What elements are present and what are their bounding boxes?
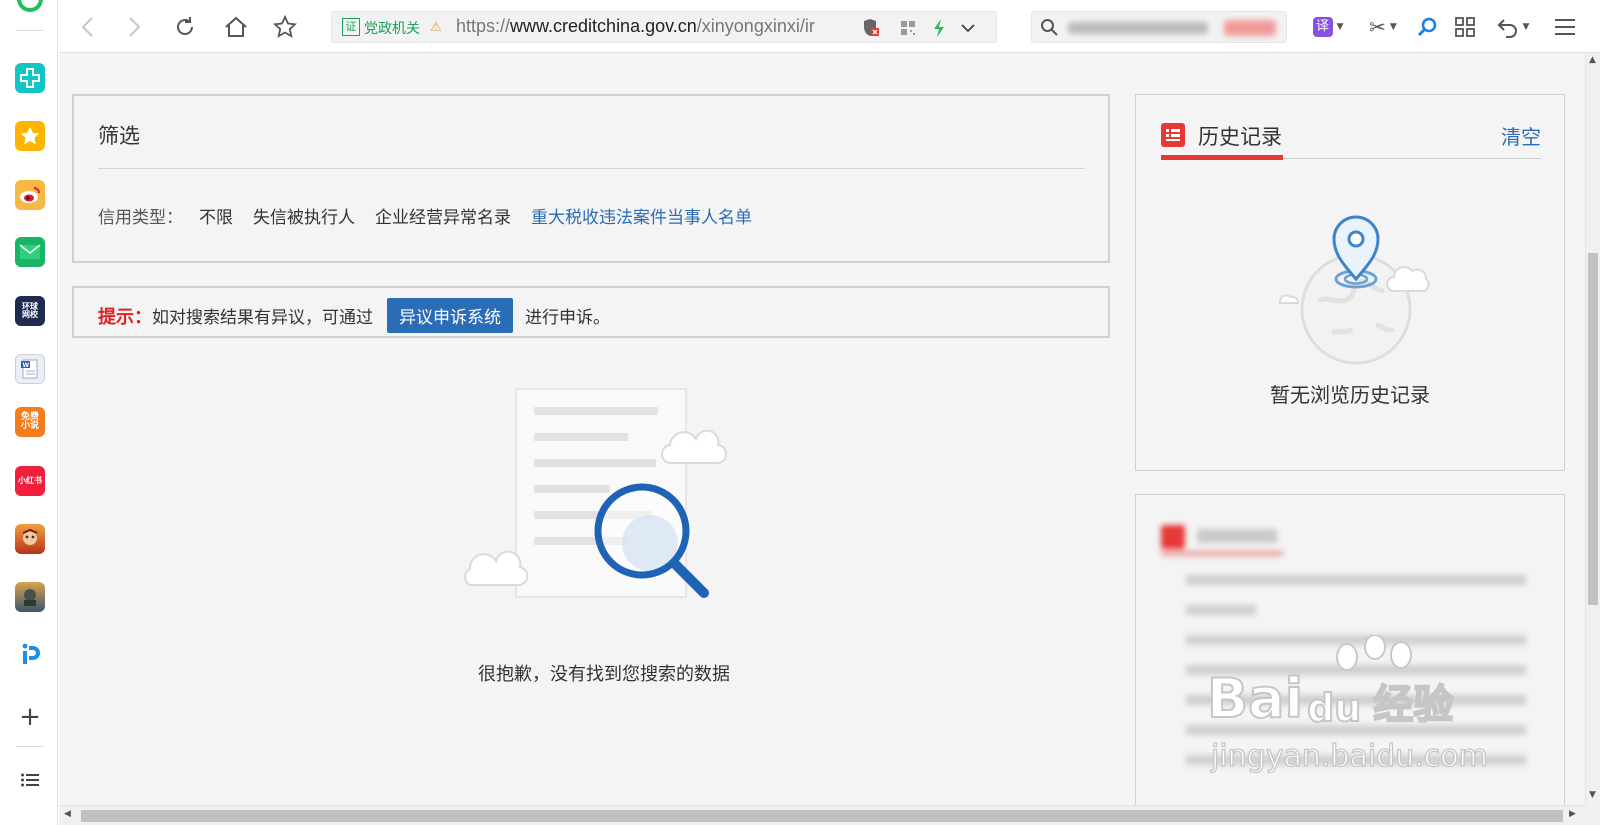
- game-hero-icon[interactable]: [15, 524, 45, 554]
- svg-text:W: W: [23, 362, 30, 369]
- security-warning-icon[interactable]: ⚠: [430, 20, 442, 35]
- empty-result-message: 很抱歉，没有找到您搜索的数据: [478, 664, 730, 685]
- appeal-system-button[interactable]: 异议申诉系统: [387, 298, 513, 333]
- favorites-star-icon[interactable]: [15, 121, 45, 151]
- word-doc-icon[interactable]: W: [15, 354, 45, 384]
- scroll-up-arrow-icon[interactable]: ▲: [1589, 55, 1596, 65]
- notice-prefix: 提示：: [98, 306, 152, 328]
- baidu-jingyan-watermark: Bai du 经验 jingyan.baidu.com: [1206, 635, 1547, 785]
- sidebar-menu-icon[interactable]: [15, 765, 45, 795]
- undo-close-button[interactable]: ▼: [1491, 13, 1535, 41]
- browser-logo-icon: [17, 0, 43, 12]
- filter-panel: 筛选 信用类型： 不限 失信被执行人 企业经营异常名录 重大税收违法案件当事人名…: [72, 94, 1110, 263]
- scroll-down-arrow-icon[interactable]: ▼: [1589, 790, 1596, 800]
- app-label: 小红书: [18, 476, 42, 485]
- dropdown-caret-icon: ▼: [1389, 22, 1397, 32]
- speed-mode-icon[interactable]: [932, 18, 946, 42]
- p-app-icon[interactable]: [15, 640, 45, 670]
- main-menu-button[interactable]: [1551, 13, 1579, 41]
- sidebar-divider: [16, 746, 44, 747]
- app-label: 免费小说: [20, 412, 39, 431]
- blurred-panel-header: [1161, 525, 1541, 556]
- notice-text-after: 进行申诉。: [525, 308, 610, 328]
- sidebar-divider: [16, 30, 44, 31]
- url-path: /xinyongxinxi/ir: [696, 16, 815, 36]
- notice-row: 提示： 如对搜索结果有异议，可通过 异议申诉系统 进行申诉。: [98, 298, 610, 333]
- screenshot-button[interactable]: ✂ ▼: [1363, 13, 1403, 41]
- horizontal-scrollbar-thumb[interactable]: [81, 810, 1563, 822]
- certificate-badge[interactable]: 证: [342, 18, 360, 36]
- history-icon: [1161, 123, 1185, 147]
- add-app-icon[interactable]: +: [15, 702, 45, 732]
- mail-icon[interactable]: [15, 237, 45, 267]
- clear-history-button[interactable]: 清空: [1501, 121, 1541, 150]
- filter-option-major-tax-violation[interactable]: 重大税收违法案件当事人名单: [531, 203, 752, 228]
- forward-button[interactable]: [123, 13, 147, 41]
- find-button[interactable]: [1413, 13, 1441, 41]
- certificate-label[interactable]: 党政机关: [364, 18, 420, 38]
- weibo-icon[interactable]: [15, 180, 45, 210]
- search-icon: [1040, 18, 1058, 40]
- url-text[interactable]: https://www.creditchina.gov.cn/xinyongxi…: [456, 16, 815, 37]
- vertical-scrollbar-thumb[interactable]: [1588, 253, 1598, 605]
- reload-button[interactable]: [171, 13, 199, 41]
- page-content: 筛选 信用类型： 不限 失信被执行人 企业经营异常名录 重大税收违法案件当事人名…: [59, 53, 1585, 805]
- vertical-scrollbar[interactable]: ▲ ▼: [1585, 53, 1600, 805]
- filter-option-unlimited[interactable]: 不限: [199, 203, 233, 228]
- url-prefix: https://: [456, 16, 511, 36]
- empty-result-illustration: [456, 383, 776, 613]
- free-novel-icon[interactable]: 免费小说: [15, 407, 45, 437]
- horizontal-scrollbar[interactable]: ◀ ▶: [59, 805, 1585, 825]
- address-bar[interactable]: 证 党政机关 ⚠ https://www.creditchina.gov.cn/…: [331, 11, 997, 43]
- credit-type-row: 信用类型： 不限 失信被执行人 企业经营异常名录 重大税收违法案件当事人名单: [98, 203, 752, 228]
- home-button[interactable]: [222, 13, 250, 41]
- credit-type-label: 信用类型：: [98, 208, 183, 228]
- chevron-down-icon[interactable]: [960, 20, 976, 40]
- dropdown-caret-icon: ▼: [1522, 22, 1530, 32]
- filter-option-dishonest-executee[interactable]: 失信被执行人: [253, 203, 355, 228]
- browser-sidebar: 环球网校 W 免费小说 小红书 +: [0, 0, 58, 825]
- scissors-icon: ✂: [1369, 15, 1386, 39]
- dropdown-caret-icon: ▼: [1336, 22, 1344, 32]
- url-host: www.creditchina.gov.cn: [510, 16, 697, 36]
- apps-grid-button[interactable]: [1451, 13, 1479, 41]
- scroll-left-arrow-icon[interactable]: ◀: [64, 809, 71, 819]
- history-panel: 历史记录 清空 暂无浏览历史记录: [1135, 94, 1565, 471]
- watermark-url: jingyan.baidu.com: [1210, 738, 1488, 774]
- app-label: 环球网校: [22, 302, 38, 319]
- history-title-underline: [1161, 155, 1283, 160]
- search-hint-blurred: [1068, 22, 1208, 34]
- filter-title: 筛选: [98, 124, 140, 148]
- back-button[interactable]: [75, 13, 99, 41]
- translate-button[interactable]: 译 ▼: [1307, 13, 1349, 41]
- history-title: 历史记录: [1198, 125, 1282, 149]
- search-hot-badge-blurred: [1224, 20, 1276, 36]
- browser-toolbar: 证 党政机关 ⚠ https://www.creditchina.gov.cn/…: [59, 0, 1600, 53]
- shield-block-icon[interactable]: [862, 18, 880, 42]
- no-history-message: 暂无浏览历史记录: [1270, 383, 1430, 407]
- xiaohongshu-icon[interactable]: 小红书: [15, 466, 45, 496]
- search-box[interactable]: [1031, 11, 1287, 43]
- global-times-icon[interactable]: 环球网校: [15, 296, 45, 326]
- game-pubg-icon[interactable]: [15, 582, 45, 612]
- bookmark-star-button[interactable]: [271, 13, 299, 41]
- watermark-brand-c: 经验: [1372, 681, 1454, 729]
- watermark-brand-b: du: [1306, 685, 1362, 731]
- notice-text-before: 如对搜索结果有异议，可通过: [152, 308, 373, 328]
- notice-panel: 提示： 如对搜索结果有异议，可通过 异议申诉系统 进行申诉。: [72, 286, 1110, 338]
- scroll-right-arrow-icon[interactable]: ▶: [1569, 809, 1576, 819]
- no-history-illustration: [1272, 213, 1432, 373]
- history-header: 历史记录 清空: [1161, 121, 1541, 160]
- filter-divider: [98, 168, 1085, 169]
- filter-option-abnormal-business[interactable]: 企业经营异常名录: [375, 203, 511, 228]
- watermark-brand-a: Bai: [1206, 666, 1304, 731]
- health-plus-icon[interactable]: [15, 63, 45, 93]
- scrollbar-corner: [1585, 805, 1600, 825]
- qr-code-icon[interactable]: [900, 20, 916, 40]
- translate-icon: 译: [1312, 17, 1333, 37]
